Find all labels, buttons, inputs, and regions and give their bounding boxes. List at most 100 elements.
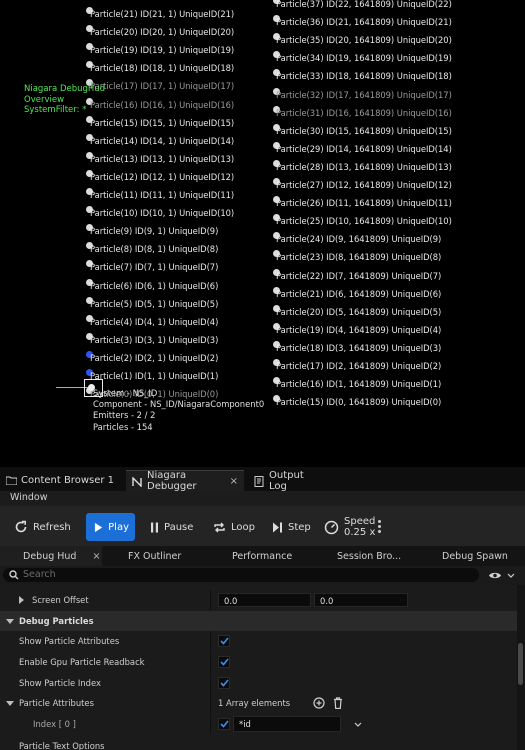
show-particle-index-row: Show Particle Index — [0, 673, 517, 693]
particle-label: Particle(22) ID(7, 1641809) UniqueID(7) — [276, 270, 442, 281]
tab-label: Content Browser 1 — [21, 475, 115, 486]
pause-button[interactable]: Pause — [144, 513, 199, 541]
show-particle-index-checkbox[interactable] — [218, 677, 230, 689]
chevron-down-icon[interactable] — [354, 722, 362, 727]
close-icon[interactable]: × — [92, 551, 100, 562]
collapse-arrow-icon[interactable] — [6, 701, 14, 706]
niagara-viewport[interactable]: Particle(21) ID(21, 1) UniqueID(21) Parti… — [0, 0, 525, 467]
check-icon — [220, 720, 229, 728]
debugger-subtabs: Debug Hud × FX Outliner Performance Sess… — [0, 546, 525, 566]
collapse-arrow-icon — [6, 619, 14, 624]
chevron-down-icon[interactable] — [507, 573, 515, 578]
overview-system-filter: SystemFilter: * — [24, 105, 87, 115]
particle-label: Particle(8) ID(8, 1) UniqueID(8) — [90, 244, 219, 255]
check-icon — [220, 679, 229, 687]
index-0-row: Index [ 0 ] *id — [0, 714, 517, 734]
tab-label: Performance — [232, 550, 293, 562]
screen-offset-y-field[interactable]: 0.0 — [314, 593, 408, 607]
show-particle-attributes-row: Show Particle Attributes — [0, 631, 517, 651]
particle-label: Particle(1) ID(1, 1) UniqueID(1) — [90, 371, 219, 381]
speed-label: Speed — [344, 516, 376, 527]
particle-label: Particle(5) ID(5, 1) UniqueID(5) — [90, 298, 219, 309]
speed-text: Speed 0.25 x — [344, 516, 375, 538]
loop-icon — [214, 522, 225, 532]
check-icon — [220, 637, 229, 645]
loop-button[interactable]: Loop — [207, 513, 261, 541]
menu-window[interactable]: Window — [10, 492, 47, 503]
particle-label: Particle(35) ID(20, 1641809) UniqueID(20… — [276, 35, 452, 46]
tab-label: Niagara Debugger — [147, 470, 197, 492]
property-label: Show Particle Index — [19, 678, 101, 688]
particle-label: Particle(16) ID(1, 1641809) UniqueID(1) — [276, 379, 442, 390]
screen-offset-label: Screen Offset — [32, 595, 89, 605]
expand-arrow-icon[interactable] — [19, 596, 24, 604]
debug-hud-overview: Niagara DebugHud Overview SystemFilter: … — [24, 84, 105, 116]
overview-title: Niagara DebugHud — [24, 84, 106, 94]
particle-label: Particle(21) ID(6, 1641809) UniqueID(6) — [276, 288, 442, 299]
particle-label: Particle(11) ID(11, 1) UniqueID(11) — [90, 190, 235, 200]
tab-performance[interactable]: Performance — [232, 546, 292, 566]
particle-count: Particles - 154 — [93, 421, 153, 432]
show-particle-attributes-checkbox[interactable] — [218, 635, 230, 647]
refresh-icon — [15, 520, 27, 533]
particle-label: Particle(19) ID(4, 1641809) UniqueID(4) — [276, 324, 442, 335]
play-button[interactable]: Play — [86, 513, 135, 541]
particle-label: Particle(28) ID(13, 1641809) UniqueID(13… — [276, 161, 452, 172]
particle-label: Particle(15) ID(0, 1641809) UniqueID(0) — [276, 397, 442, 408]
tab-label: Debug Hud — [23, 550, 77, 562]
tab-fx-outliner[interactable]: FX Outliner — [128, 546, 181, 566]
step-label: Step — [288, 521, 311, 533]
particle-text-options-row: Particle Text Options — [0, 736, 517, 750]
scrollbar-thumb[interactable] — [518, 643, 523, 685]
column-divider — [210, 652, 211, 672]
debug-particles-category[interactable]: Debug Particles — [0, 611, 517, 631]
trash-icon[interactable] — [333, 697, 343, 709]
details-search-bar: Search — [0, 566, 525, 585]
step-button[interactable]: Step — [266, 513, 317, 541]
tab-label: Debug Spawn — [442, 550, 508, 562]
add-element-icon[interactable] — [313, 697, 325, 709]
niagara-icon — [132, 475, 142, 488]
tab-output-log[interactable]: Output Log — [248, 469, 328, 492]
particle-label: Particle(13) ID(13, 1) UniqueID(13) — [90, 153, 235, 164]
previous-row-edge — [0, 585, 517, 586]
particle-label: Particle(21) ID(21, 1) UniqueID(21) — [90, 9, 235, 19]
component-name: Component - NS_ID/NiagaraComponent0 — [93, 399, 265, 410]
editor-tab-bar: Content Browser 1 Niagara Debugger × Out… — [0, 467, 525, 492]
search-placeholder: Search — [23, 569, 56, 580]
details-panel: Screen Offset 0.0 0.0 Debug Particles Sh… — [0, 585, 517, 750]
tab-label: Output Log — [269, 469, 304, 492]
particle-label: Particle(4) ID(4, 1) UniqueID(4) — [90, 316, 219, 327]
property-label: Particle Text Options — [19, 741, 105, 750]
search-input[interactable]: Search — [3, 568, 479, 582]
index-0-value-field[interactable]: *id — [233, 716, 341, 732]
particle-label: Particle(20) ID(20, 1) UniqueID(20) — [90, 27, 235, 38]
particle-label: Particle(6) ID(6, 1) UniqueID(6) — [90, 280, 219, 291]
tab-session-browser[interactable]: Session Bro... — [337, 546, 401, 566]
debugger-toolbar: Refresh Play Pause Loop Step Speed 0.25 … — [0, 506, 525, 546]
speed-button[interactable]: Speed 0.25 x — [318, 513, 381, 541]
particle-label: Particle(10) ID(10, 1) UniqueID(10) — [90, 208, 235, 219]
particle-label: Particle(23) ID(8, 1641809) UniqueID(8) — [276, 252, 442, 263]
index-0-checkbox[interactable] — [218, 718, 230, 730]
particle-label: Particle(29) ID(14, 1641809) UniqueID(14… — [276, 143, 452, 154]
screen-offset-x-field[interactable]: 0.0 — [218, 593, 311, 607]
play-icon — [94, 522, 103, 532]
particle-attributes-row: Particle Attributes 1 Array elements — [0, 693, 517, 713]
close-icon[interactable]: × — [230, 476, 238, 487]
particle-label: Particle(34) ID(19, 1641809) UniqueID(19… — [276, 53, 452, 64]
menu-bar: Window — [0, 491, 525, 506]
refresh-button[interactable]: Refresh — [8, 513, 77, 541]
enable-gpu-readback-checkbox[interactable] — [218, 656, 230, 668]
speed-value: 0.25 x — [344, 527, 376, 538]
tab-debug-hud[interactable]: Debug Hud × — [0, 546, 102, 566]
particle-label: Particle(33) ID(18, 1641809) UniqueID(18… — [276, 71, 452, 82]
eye-icon[interactable] — [488, 571, 502, 580]
tab-label: Session Bro... — [337, 550, 402, 562]
column-divider — [210, 631, 211, 651]
tab-niagara-debugger[interactable]: Niagara Debugger × — [126, 470, 244, 492]
screen-offset-row: Screen Offset 0.0 0.0 — [0, 590, 517, 610]
more-options-icon[interactable] — [378, 520, 381, 534]
tab-content-browser[interactable]: Content Browser 1 — [0, 470, 122, 491]
tab-debug-spawn[interactable]: Debug Spawn — [442, 546, 508, 566]
